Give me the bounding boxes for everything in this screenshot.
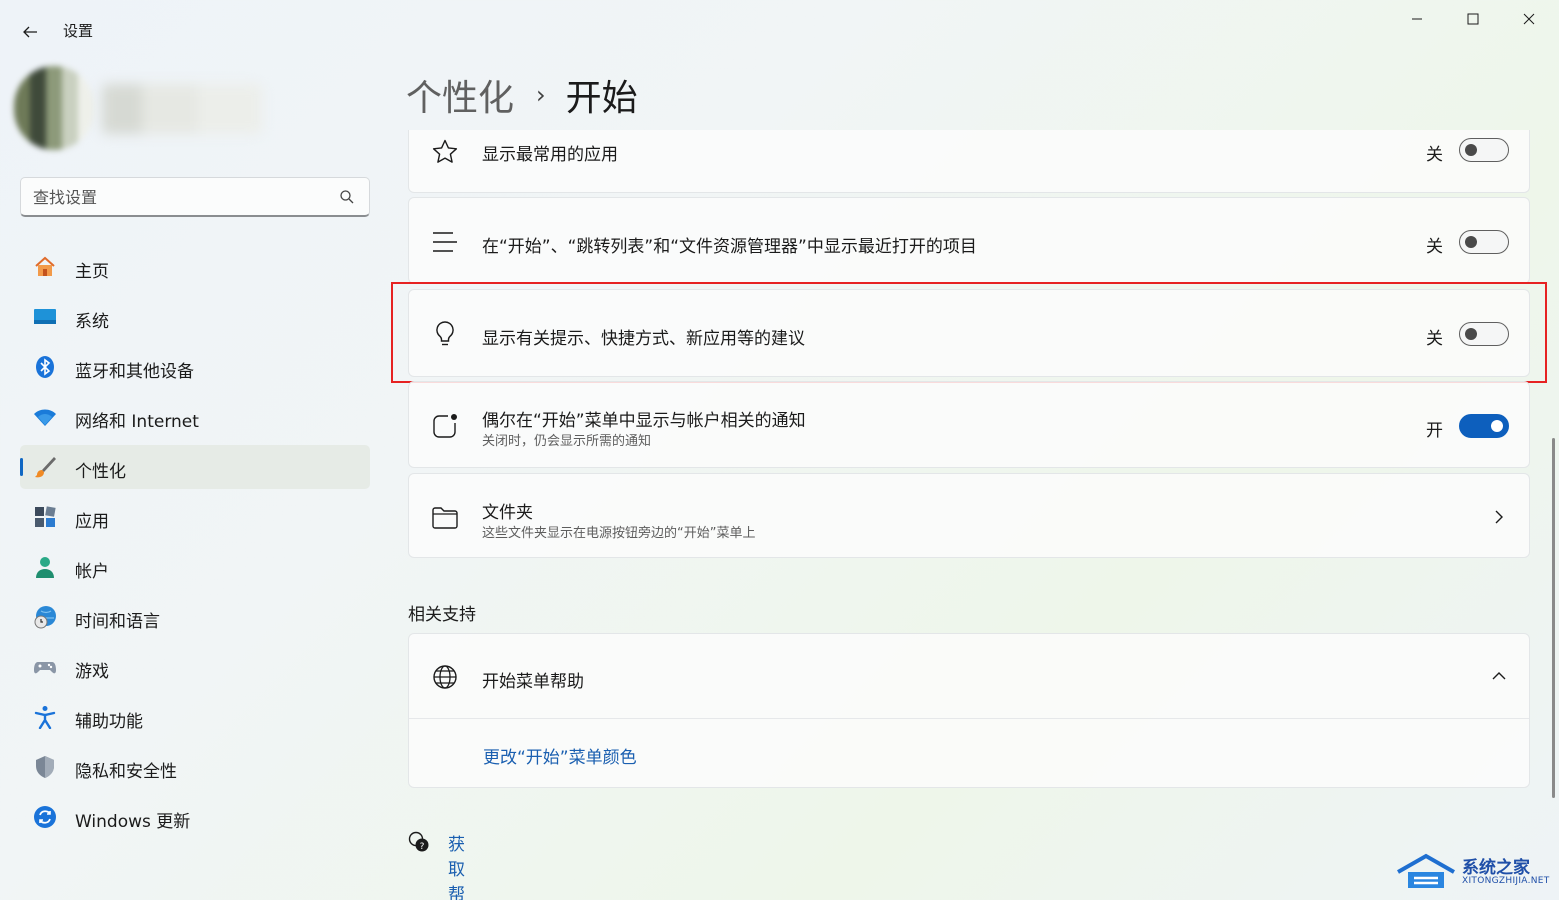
- user-profile[interactable]: [14, 66, 274, 154]
- folder-icon: [432, 507, 458, 529]
- title-bar: 设置: [0, 0, 1559, 60]
- recent-items-toggle[interactable]: [1459, 230, 1509, 254]
- sidebar-item-label: 时间和语言: [75, 612, 160, 632]
- account-notifications-toggle[interactable]: [1459, 414, 1509, 438]
- sidebar-item-privacy[interactable]: 隐私和安全性: [20, 745, 370, 789]
- toggle-state-label: 关: [1426, 145, 1443, 165]
- wifi-icon: [34, 409, 56, 426]
- help-chat-icon: ?: [408, 831, 429, 852]
- sidebar-item-time-language[interactable]: 时间和语言: [20, 595, 370, 639]
- sidebar-item-personalization[interactable]: 个性化: [20, 445, 370, 489]
- toggle-state-label: 开: [1426, 421, 1443, 441]
- maximize-button[interactable]: [1450, 4, 1496, 34]
- search-input[interactable]: [33, 186, 333, 208]
- sidebar-item-label: 网络和 Internet: [75, 412, 199, 432]
- setting-recent-items: 在“开始”、“跳转列表”和“文件资源管理器”中显示最近打开的项目 关: [408, 197, 1530, 284]
- sidebar-item-gaming[interactable]: 游戏: [20, 645, 370, 689]
- svg-text:?: ?: [420, 842, 425, 852]
- setting-title: 显示最常用的应用: [482, 145, 618, 165]
- setting-folders[interactable]: 文件夹 这些文件夹显示在电源按钮旁边的“开始”菜单上: [408, 473, 1530, 558]
- sidebar-item-apps[interactable]: 应用: [20, 495, 370, 539]
- avatar: [14, 66, 94, 150]
- back-button[interactable]: [14, 16, 46, 48]
- toggle-knob: [1491, 420, 1503, 432]
- sidebar-item-accessibility[interactable]: 辅助功能: [20, 695, 370, 739]
- sidebar-item-label: 蓝牙和其他设备: [75, 362, 194, 382]
- sidebar-item-system[interactable]: 系统: [20, 295, 370, 339]
- setting-most-used-apps: 显示最常用的应用 关: [408, 130, 1530, 193]
- sidebar-item-label: 系统: [75, 312, 109, 332]
- watermark: 系统之家 XITONGZHIJIA.NET: [1396, 850, 1556, 892]
- sidebar-item-bluetooth[interactable]: 蓝牙和其他设备: [20, 345, 370, 389]
- profile-name-blurred: [102, 84, 262, 134]
- toggle-state-label: 关: [1426, 237, 1443, 257]
- breadcrumb-parent[interactable]: 个性化: [406, 69, 514, 121]
- globe-icon: [433, 665, 457, 689]
- sidebar-item-label: 游戏: [75, 662, 109, 682]
- account-icon: [36, 557, 54, 578]
- home-icon: [35, 256, 55, 276]
- setting-account-notifications: 偶尔在“开始”菜单中显示与帐户相关的通知 关闭时，仍会显示所需的通知 开: [408, 381, 1530, 468]
- maximize-icon: [1467, 13, 1479, 25]
- minimize-button[interactable]: [1394, 4, 1440, 34]
- notification-icon: [433, 414, 457, 438]
- setting-title: 文件夹: [482, 503, 533, 523]
- sidebar-item-home[interactable]: 主页: [20, 245, 370, 289]
- system-icon: [34, 309, 56, 324]
- sidebar-item-windows-update[interactable]: Windows 更新: [20, 795, 370, 839]
- breadcrumb-separator: ›: [536, 81, 546, 109]
- get-help-label[interactable]: 获取帮助: [448, 830, 465, 900]
- sidebar-item-label: 主页: [75, 262, 109, 282]
- time-language-icon: [34, 606, 56, 629]
- highlight-box: [391, 282, 1547, 383]
- breadcrumb: 个性化 › 开始: [406, 70, 638, 120]
- setting-title: 在“开始”、“跳转列表”和“文件资源管理器”中显示最近打开的项目: [482, 237, 977, 257]
- close-icon: [1523, 13, 1535, 25]
- update-icon: [34, 806, 56, 828]
- most-used-apps-toggle[interactable]: [1459, 138, 1509, 162]
- search-icon[interactable]: [339, 189, 355, 205]
- help-title[interactable]: 开始菜单帮助: [482, 667, 584, 692]
- back-arrow-icon: [23, 26, 37, 38]
- gamepad-icon: [34, 662, 56, 674]
- apps-icon: [35, 506, 56, 527]
- setting-title: 偶尔在“开始”菜单中显示与帐户相关的通知: [482, 411, 806, 431]
- setting-subtitle: 这些文件夹显示在电源按钮旁边的“开始”菜单上: [482, 526, 756, 541]
- sidebar-item-label: Windows 更新: [75, 812, 191, 832]
- sidebar-nav: 主页 系统 蓝牙和其他设备 网络和 Internet 个性化 应用 帐户 时间和…: [20, 245, 370, 845]
- chevron-right-icon: [1495, 510, 1503, 524]
- sidebar-item-label: 辅助功能: [75, 712, 143, 732]
- app-title: 设置: [63, 22, 94, 40]
- star-icon: [432, 139, 458, 163]
- list-icon: [433, 232, 457, 252]
- shield-icon: [36, 756, 54, 778]
- page-title: 开始: [565, 78, 638, 119]
- sidebar-item-label: 帐户: [75, 562, 109, 582]
- change-start-color-link[interactable]: 更改“开始”菜单颜色: [483, 743, 637, 768]
- toggle-knob: [1465, 236, 1477, 248]
- setting-subtitle: 关闭时，仍会显示所需的通知: [482, 434, 652, 449]
- start-menu-help-card: 开始菜单帮助 更改“开始”菜单颜色: [408, 633, 1530, 788]
- sidebar-item-network[interactable]: 网络和 Internet: [20, 395, 370, 439]
- bluetooth-icon: [36, 356, 54, 378]
- chevron-up-icon[interactable]: [1491, 668, 1507, 684]
- sidebar-item-label: 应用: [75, 512, 109, 532]
- toggle-knob: [1465, 144, 1477, 156]
- watermark-title: 系统之家: [1462, 858, 1530, 878]
- accessibility-icon: [34, 706, 56, 729]
- close-button[interactable]: [1506, 4, 1552, 34]
- search-box[interactable]: [20, 177, 370, 217]
- divider: [409, 718, 1529, 719]
- section-title-related: 相关支持: [408, 605, 476, 625]
- sidebar-item-label: 隐私和安全性: [75, 762, 177, 782]
- sidebar-item-label: 个性化: [75, 462, 126, 482]
- sidebar-item-accounts[interactable]: 帐户: [20, 545, 370, 589]
- watermark-logo-icon: [1397, 853, 1455, 888]
- brush-icon: [35, 457, 56, 478]
- minimize-icon: [1412, 18, 1422, 20]
- watermark-subtitle: XITONGZHIJIA.NET: [1462, 876, 1550, 886]
- scrollbar[interactable]: [1552, 438, 1555, 798]
